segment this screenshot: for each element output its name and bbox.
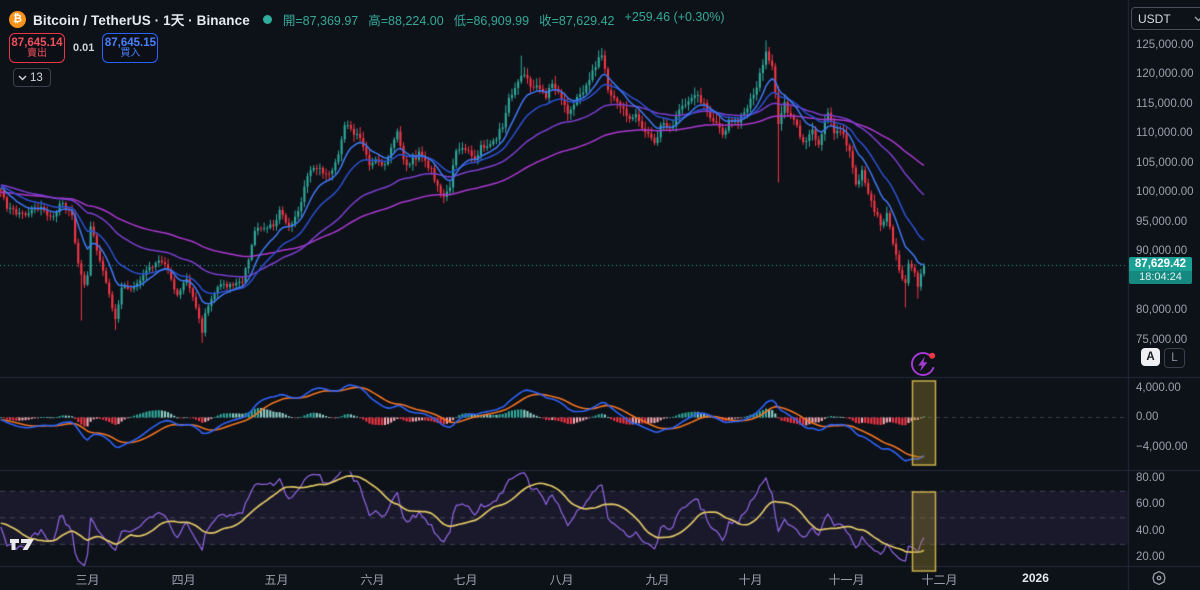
log-scale-button[interactable]: L	[1164, 348, 1185, 368]
price-axis-label: 120,000.00	[1136, 68, 1194, 80]
spread-value: 0.01	[73, 42, 94, 54]
price-axis-label: 75,000.00	[1136, 334, 1187, 346]
market-status-dot[interactable]	[263, 15, 272, 24]
time-axis-year-label: 2026	[1022, 571, 1049, 585]
trade-buttons: 87,645.14 賣出 0.01 87,645.15 買入	[9, 33, 158, 63]
time-axis-month-label: 五月	[265, 571, 289, 588]
tradingview-chart-window: ₿ Bitcoin / TetherUS · 1天 · Binance 開=87…	[0, 0, 1200, 590]
sell-label: 賣出	[27, 49, 47, 60]
auto-scale-button[interactable]: A	[1141, 348, 1160, 366]
ohlc-change: +259.46 (+0.30%)	[625, 10, 725, 29]
ohlc-close: 收=87,629.42	[539, 10, 614, 29]
macd-axis-label: 4,000.00	[1136, 382, 1181, 394]
bar-count-value: 13	[30, 72, 43, 84]
ohlc-high: 高=88,224.00	[368, 10, 443, 29]
last-price-value: 87,629.42	[1129, 257, 1192, 271]
bar-countdown: 18:04:24	[1129, 271, 1192, 284]
sell-price: 87,645.14	[11, 37, 62, 49]
rsi-axis-label: 60.00	[1136, 498, 1165, 510]
tradingview-logo[interactable]	[9, 536, 36, 558]
buy-button[interactable]: 87,645.15 買入	[102, 33, 158, 63]
settings-gear-icon[interactable]	[1151, 570, 1167, 589]
chevron-down-icon	[1194, 16, 1200, 22]
price-axis-label: 105,000.00	[1136, 157, 1194, 169]
currency-dropdown[interactable]: USDT	[1131, 7, 1200, 30]
instant-order-lightning-icon[interactable]	[908, 349, 938, 384]
chevron-down-icon	[18, 75, 27, 81]
time-axis-month-label: 三月	[76, 571, 100, 588]
price-axis-label: 90,000.00	[1136, 245, 1187, 257]
buy-price: 87,645.15	[105, 37, 156, 49]
chart-canvas[interactable]	[0, 0, 1200, 590]
time-axis-month-label: 十月	[739, 571, 763, 588]
price-axis-label: 125,000.00	[1136, 39, 1194, 51]
symbol-title[interactable]: Bitcoin / TetherUS · 1天 · Binance	[33, 9, 250, 29]
time-axis-month-label: 八月	[550, 571, 574, 588]
ohlc-open: 開=87,369.97	[283, 10, 358, 29]
time-axis-month-label: 七月	[453, 571, 477, 588]
time-axis-month-label: 十二月	[921, 571, 957, 588]
price-axis-label: 115,000.00	[1136, 98, 1193, 110]
currency-value: USDT	[1138, 12, 1171, 26]
time-axis-month-label: 六月	[361, 571, 385, 588]
rsi-axis-label: 20.00	[1136, 551, 1165, 563]
sell-button[interactable]: 87,645.14 賣出	[9, 33, 65, 63]
price-axis-label: 100,000.00	[1136, 186, 1194, 198]
bar-count-badge[interactable]: 13	[13, 68, 51, 87]
price-axis-label: 110,000.00	[1136, 127, 1193, 139]
time-axis-month-label: 四月	[172, 571, 196, 588]
ohlc-low: 低=86,909.99	[454, 10, 529, 29]
rsi-axis-label: 80.00	[1136, 472, 1165, 484]
macd-axis-label: 0.00	[1136, 411, 1158, 423]
price-axis-label: 80,000.00	[1136, 304, 1187, 316]
time-axis-month-label: 十一月	[829, 571, 865, 588]
bitcoin-logo-icon: ₿	[9, 11, 26, 28]
ohlc-values: 開=87,369.97 高=88,224.00 低=86,909.99 收=87…	[283, 10, 725, 29]
time-axis-month-label: 九月	[646, 571, 670, 588]
macd-axis-label: −4,000.00	[1136, 441, 1187, 453]
chart-header: ₿ Bitcoin / TetherUS · 1天 · Binance 開=87…	[9, 9, 725, 29]
last-price-badge[interactable]: 87,629.42 18:04:24	[1129, 257, 1192, 284]
price-axis-label: 95,000.00	[1136, 216, 1187, 228]
buy-label: 買入	[120, 49, 140, 60]
rsi-axis-label: 40.00	[1136, 525, 1165, 537]
